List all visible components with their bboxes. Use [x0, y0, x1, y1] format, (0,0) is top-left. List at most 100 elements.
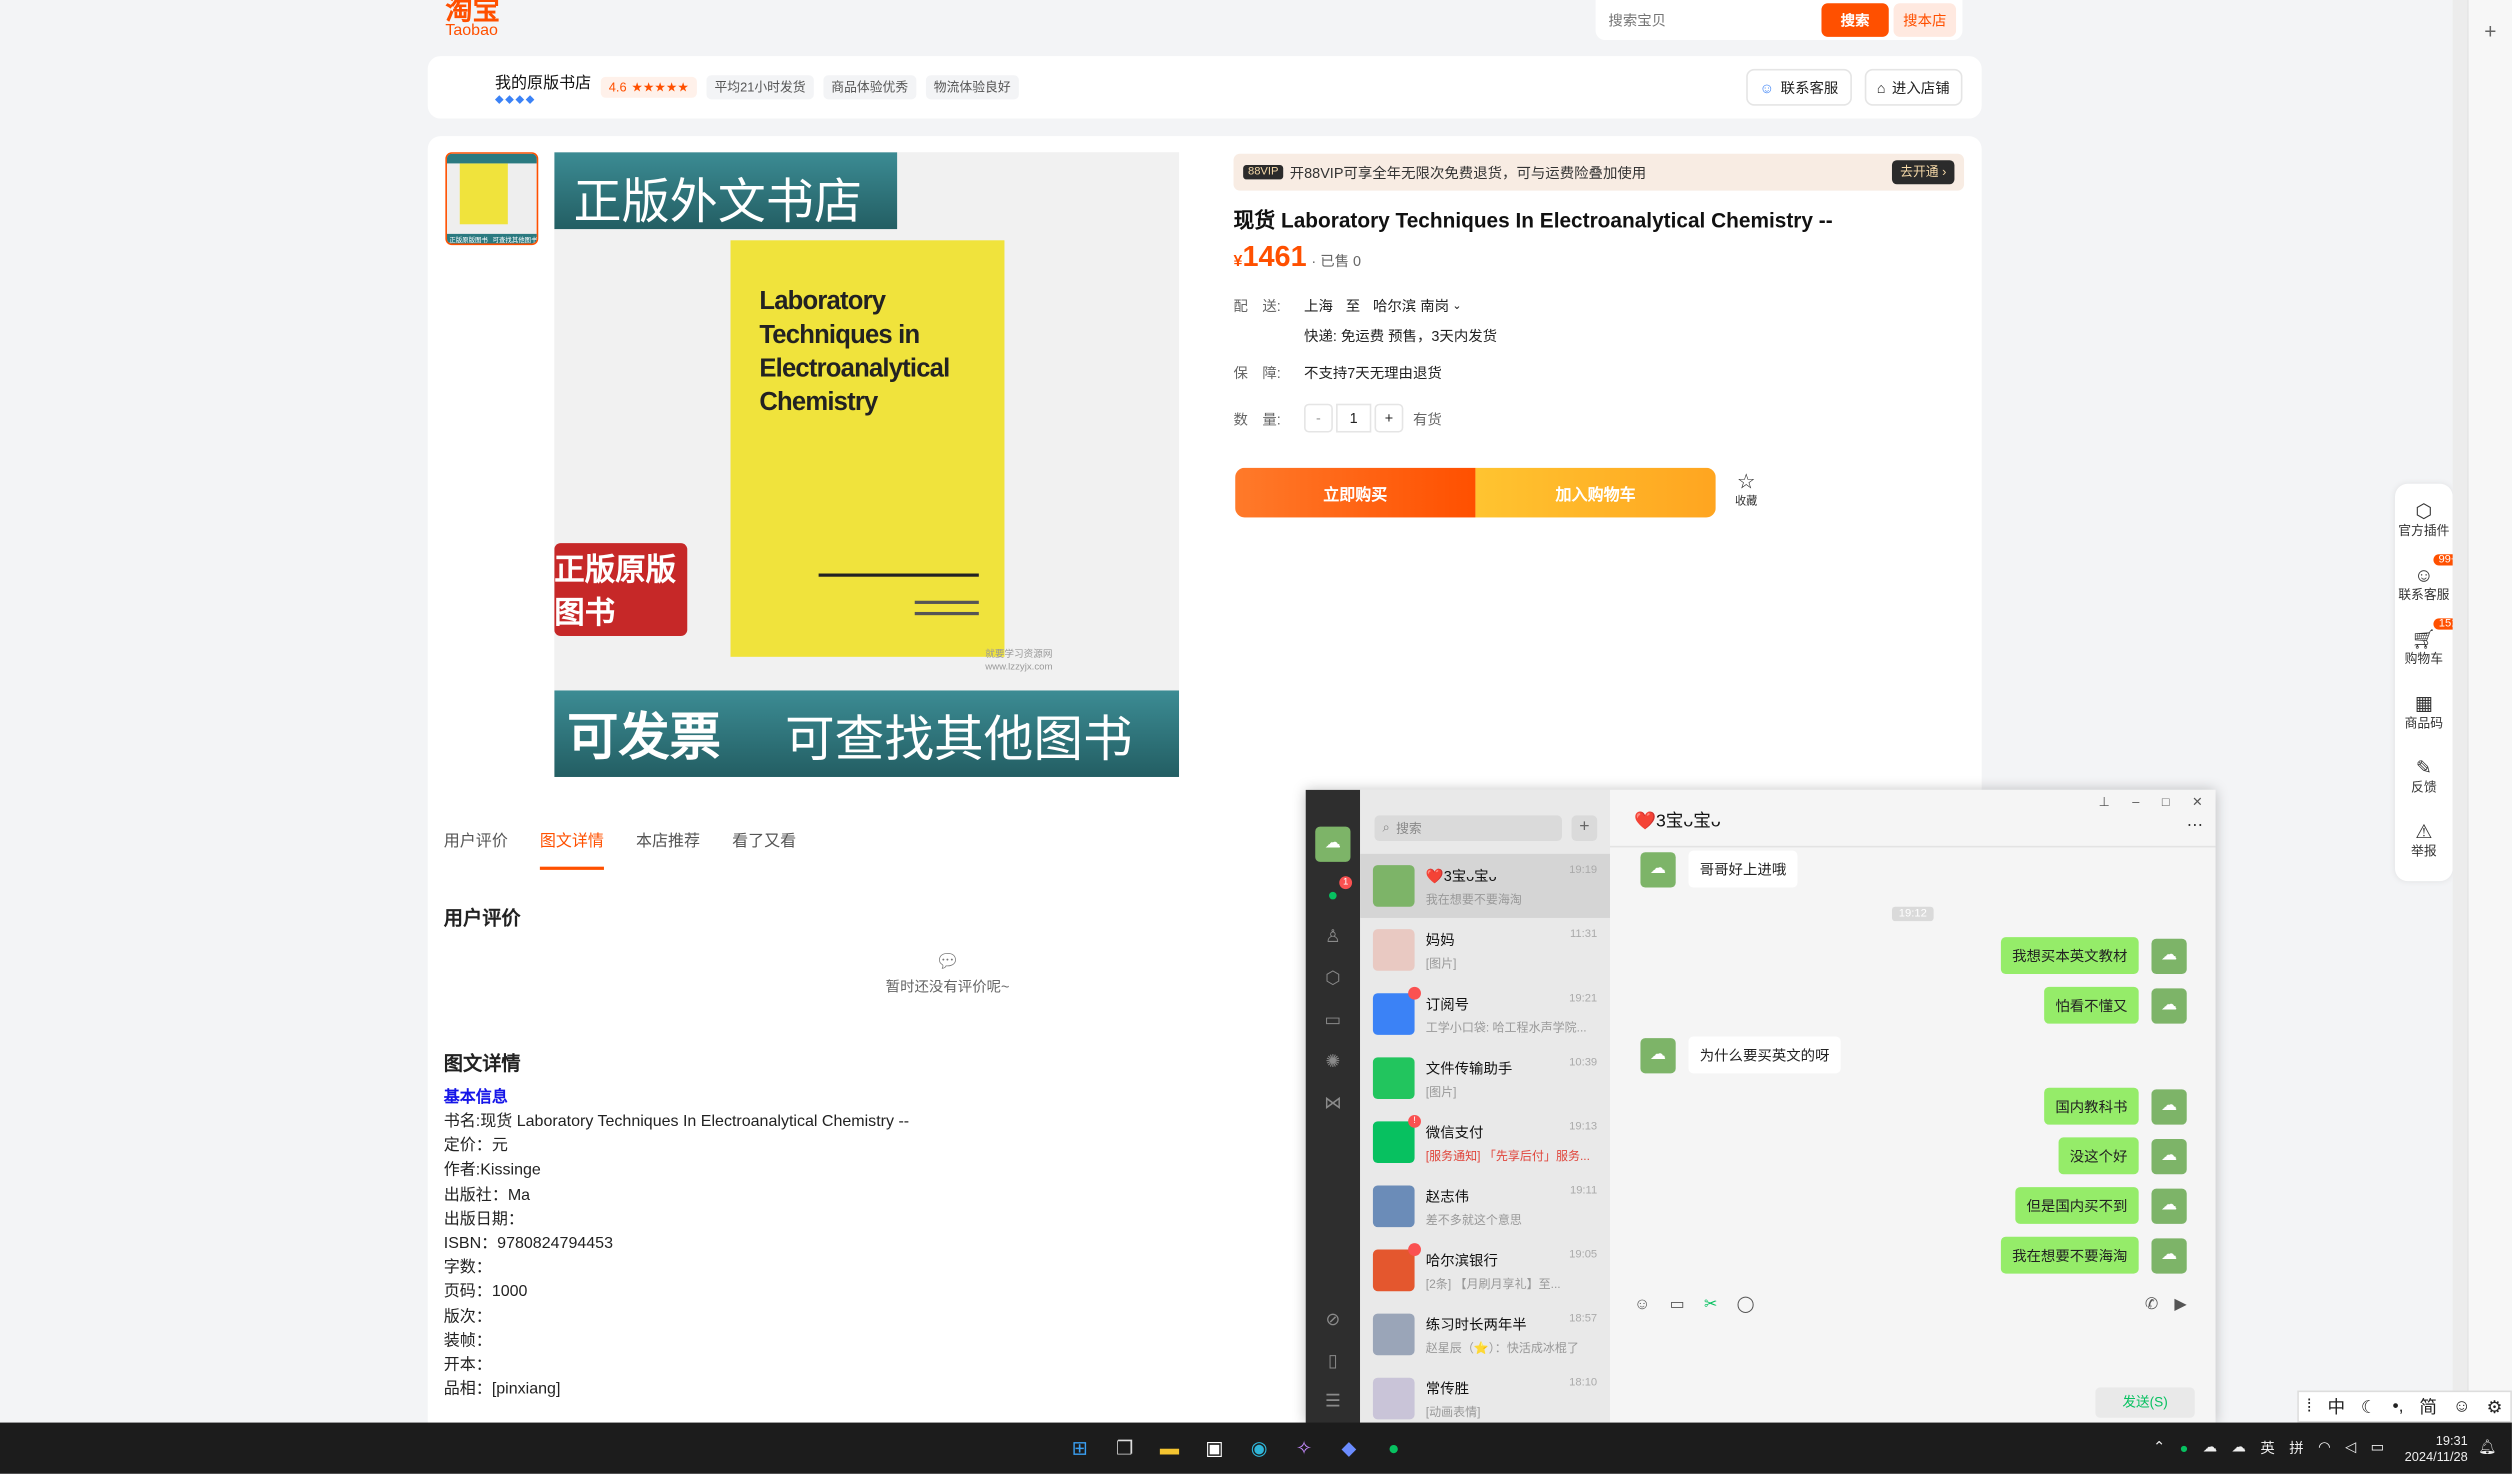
main-product-image[interactable]: 正版外文书店 Laboratory Techniques in Electroa…: [554, 152, 1180, 777]
sidebar-service[interactable]: ☺ 联系客服 99+: [2395, 551, 2463, 615]
message-avatar[interactable]: ☁: [1640, 851, 1676, 887]
chat-list-item[interactable]: 哈尔滨银行 19:05 [2条] 【月刷月享礼】至...: [1360, 1238, 1610, 1302]
store-icon[interactable]: ▣: [1198, 1434, 1230, 1463]
gallery-thumbnail[interactable]: 正版原版图书 可查找其他图书: [445, 152, 539, 246]
onedrive-icon[interactable]: ☁: [2232, 1439, 2246, 1457]
message-avatar[interactable]: ☁: [2151, 937, 2187, 974]
qty-minus-button[interactable]: -: [1304, 403, 1333, 433]
message-bubble[interactable]: 我在想要不要海淘: [2000, 1236, 2139, 1274]
tab-details[interactable]: 图文详情: [539, 827, 604, 870]
cloud-icon[interactable]: ☁: [2203, 1439, 2217, 1457]
wechat-taskbar-icon[interactable]: ●: [1378, 1434, 1410, 1463]
chat-list-item[interactable]: 妈妈 11:31 [图片]: [1360, 918, 1610, 982]
message-bubble[interactable]: 国内教科书: [2044, 1087, 2139, 1125]
chat-list-item[interactable]: 练习时长两年半 18:57 赵星辰（⭐）：快活成冰棍了: [1360, 1302, 1610, 1366]
taobao-logo[interactable]: 淘宝 Taobao: [445, 0, 499, 40]
minimize-icon[interactable]: –: [2132, 795, 2139, 809]
chat-list-item[interactable]: 文件传输助手 10:39 [图片]: [1360, 1046, 1610, 1110]
browser-scrollbar[interactable]: [2452, 0, 2468, 1423]
windows-start-icon[interactable]: ⊞: [1064, 1434, 1096, 1463]
video-call-icon[interactable]: ▶: [2174, 1296, 2186, 1314]
message-avatar[interactable]: ☁: [2151, 1138, 2187, 1174]
chat-list-item[interactable]: 常传胜 18:10 [动画表情]: [1360, 1367, 1610, 1425]
favorite-button[interactable]: ☆ 收藏: [1735, 470, 1757, 509]
sidebar-report[interactable]: ⚠ 举报: [2395, 807, 2453, 871]
close-icon[interactable]: ✕: [2192, 795, 2203, 809]
visual-studio-icon[interactable]: ◆: [1333, 1434, 1365, 1463]
task-view-icon[interactable]: ❐: [1109, 1434, 1141, 1463]
scissors-icon[interactable]: ✂: [1704, 1296, 1717, 1314]
notification-icon[interactable]: 🔔︎: [2478, 1439, 2496, 1457]
search-button[interactable]: 搜索: [1821, 3, 1889, 37]
buy-now-button[interactable]: 立即购买: [1235, 467, 1476, 518]
ime-indicator[interactable]: 拼: [2289, 1437, 2303, 1458]
add-chat-button[interactable]: +: [1571, 815, 1598, 842]
chat-list-item[interactable]: ! 微信支付 19:13 [服务通知] 「先享后付」服务...: [1360, 1110, 1610, 1174]
message-bubble[interactable]: 但是国内买不到: [2015, 1187, 2139, 1224]
sidebar-plugin[interactable]: ⬡ 官方插件: [2395, 487, 2453, 551]
punctuation-icon[interactable]: •,: [2392, 1397, 2403, 1416]
settings-icon[interactable]: ⚙: [2487, 1396, 2503, 1417]
message-avatar[interactable]: ☁: [2151, 1088, 2187, 1124]
tab-reviews[interactable]: 用户评价: [444, 827, 508, 867]
file-explorer-icon[interactable]: ▬: [1153, 1434, 1185, 1463]
search-store-button[interactable]: 搜本店: [1893, 3, 1957, 37]
message-bubble[interactable]: 怕看不懂又: [2044, 986, 2139, 1024]
ime-chinese-toggle[interactable]: 中: [2327, 1394, 2345, 1420]
tab-also-viewed[interactable]: 看了又看: [732, 827, 796, 867]
send-button[interactable]: 发送(S): [2095, 1387, 2195, 1418]
menu-icon[interactable]: ☰: [1322, 1391, 1344, 1413]
tab-store-recommend[interactable]: 本店推荐: [636, 827, 700, 867]
miniprogram-icon[interactable]: ⋈: [1322, 1093, 1344, 1115]
wechat-search-input[interactable]: ⌕ 搜索: [1374, 815, 1562, 842]
volume-icon[interactable]: ◁: [2345, 1439, 2356, 1457]
ship-dest-select[interactable]: 哈尔滨 南岗 ⌄: [1373, 295, 1462, 316]
chat-list-item[interactable]: ❤️3宝ᴗ宝ᴗ 19:19 我在想要不要海淘: [1360, 853, 1611, 918]
add-icon[interactable]: +: [2469, 19, 2512, 43]
qty-plus-button[interactable]: +: [1374, 403, 1404, 433]
message-bubble[interactable]: 没这个好: [2058, 1137, 2139, 1175]
file-icon[interactable]: ▭: [1670, 1296, 1685, 1314]
ime-simplified-toggle[interactable]: 简: [2419, 1394, 2437, 1420]
favorites-icon[interactable]: ⬡: [1322, 968, 1344, 990]
add-to-cart-button[interactable]: 加入购物车: [1475, 467, 1716, 518]
more-options-icon[interactable]: ⋯: [2187, 817, 2203, 835]
sidebar-qrcode[interactable]: ▦ 商品码: [2395, 679, 2453, 743]
message-avatar[interactable]: ☁: [2151, 1187, 2187, 1224]
chat-list-item[interactable]: 赵志伟 19:11 差不多就这个意思: [1360, 1174, 1610, 1238]
channels-icon[interactable]: ⊘: [1322, 1309, 1344, 1331]
message-bubble[interactable]: 我想买本英文教材: [2000, 937, 2139, 975]
sidebar-feedback[interactable]: ✎ 反馈: [2395, 743, 2453, 807]
message-avatar[interactable]: ☁: [2151, 1237, 2187, 1273]
clock-date[interactable]: 2024/11/28: [2405, 1450, 2468, 1466]
chat-list-item[interactable]: 订阅号 19:21 工学小口袋: 哈工程水声学院...: [1360, 982, 1610, 1046]
message-avatar[interactable]: ☁: [2151, 987, 2187, 1023]
clock-time[interactable]: 19:31: [2405, 1434, 2468, 1450]
message-avatar[interactable]: ☁: [1640, 1037, 1676, 1073]
emoji-icon[interactable]: ☺: [2453, 1397, 2471, 1416]
moments-icon[interactable]: ✺: [1322, 1051, 1344, 1073]
maximize-icon[interactable]: □: [2162, 795, 2170, 809]
shop-name[interactable]: 我的原版书店: [495, 69, 591, 93]
battery-icon[interactable]: ▭: [2371, 1439, 2385, 1457]
copilot-icon[interactable]: ✧: [1288, 1434, 1320, 1463]
message-bubble[interactable]: 哥哥好上进哦: [1688, 850, 1798, 888]
pin-icon[interactable]: ⊥: [2099, 795, 2110, 809]
edge-icon[interactable]: ◉: [1243, 1434, 1275, 1463]
search-input[interactable]: [1602, 12, 1822, 29]
enter-store-button[interactable]: ⌂ 进入店铺: [1864, 68, 1963, 106]
wifi-icon[interactable]: ◠: [2318, 1439, 2331, 1457]
folder-icon[interactable]: ▭: [1322, 1009, 1344, 1031]
contact-service-button[interactable]: ☺ 联系客服: [1746, 68, 1852, 106]
phone-icon[interactable]: ▯: [1322, 1350, 1344, 1372]
qty-input[interactable]: 1: [1336, 403, 1372, 433]
sidebar-cart[interactable]: 🛒︎ 购物车 151: [2395, 615, 2463, 679]
vip-open-button[interactable]: 去开通 ›: [1892, 160, 1955, 185]
chat-history-icon[interactable]: ◯: [1737, 1296, 1755, 1314]
message-bubble[interactable]: 为什么要买英文的呀: [1688, 1036, 1841, 1074]
user-avatar[interactable]: ☁: [1315, 826, 1351, 862]
language-indicator[interactable]: 英: [2260, 1437, 2274, 1458]
wechat-tray-icon[interactable]: ●: [2180, 1439, 2189, 1455]
moon-icon[interactable]: ☾: [2361, 1396, 2377, 1417]
chevron-up-icon[interactable]: ⌃: [2153, 1439, 2165, 1457]
